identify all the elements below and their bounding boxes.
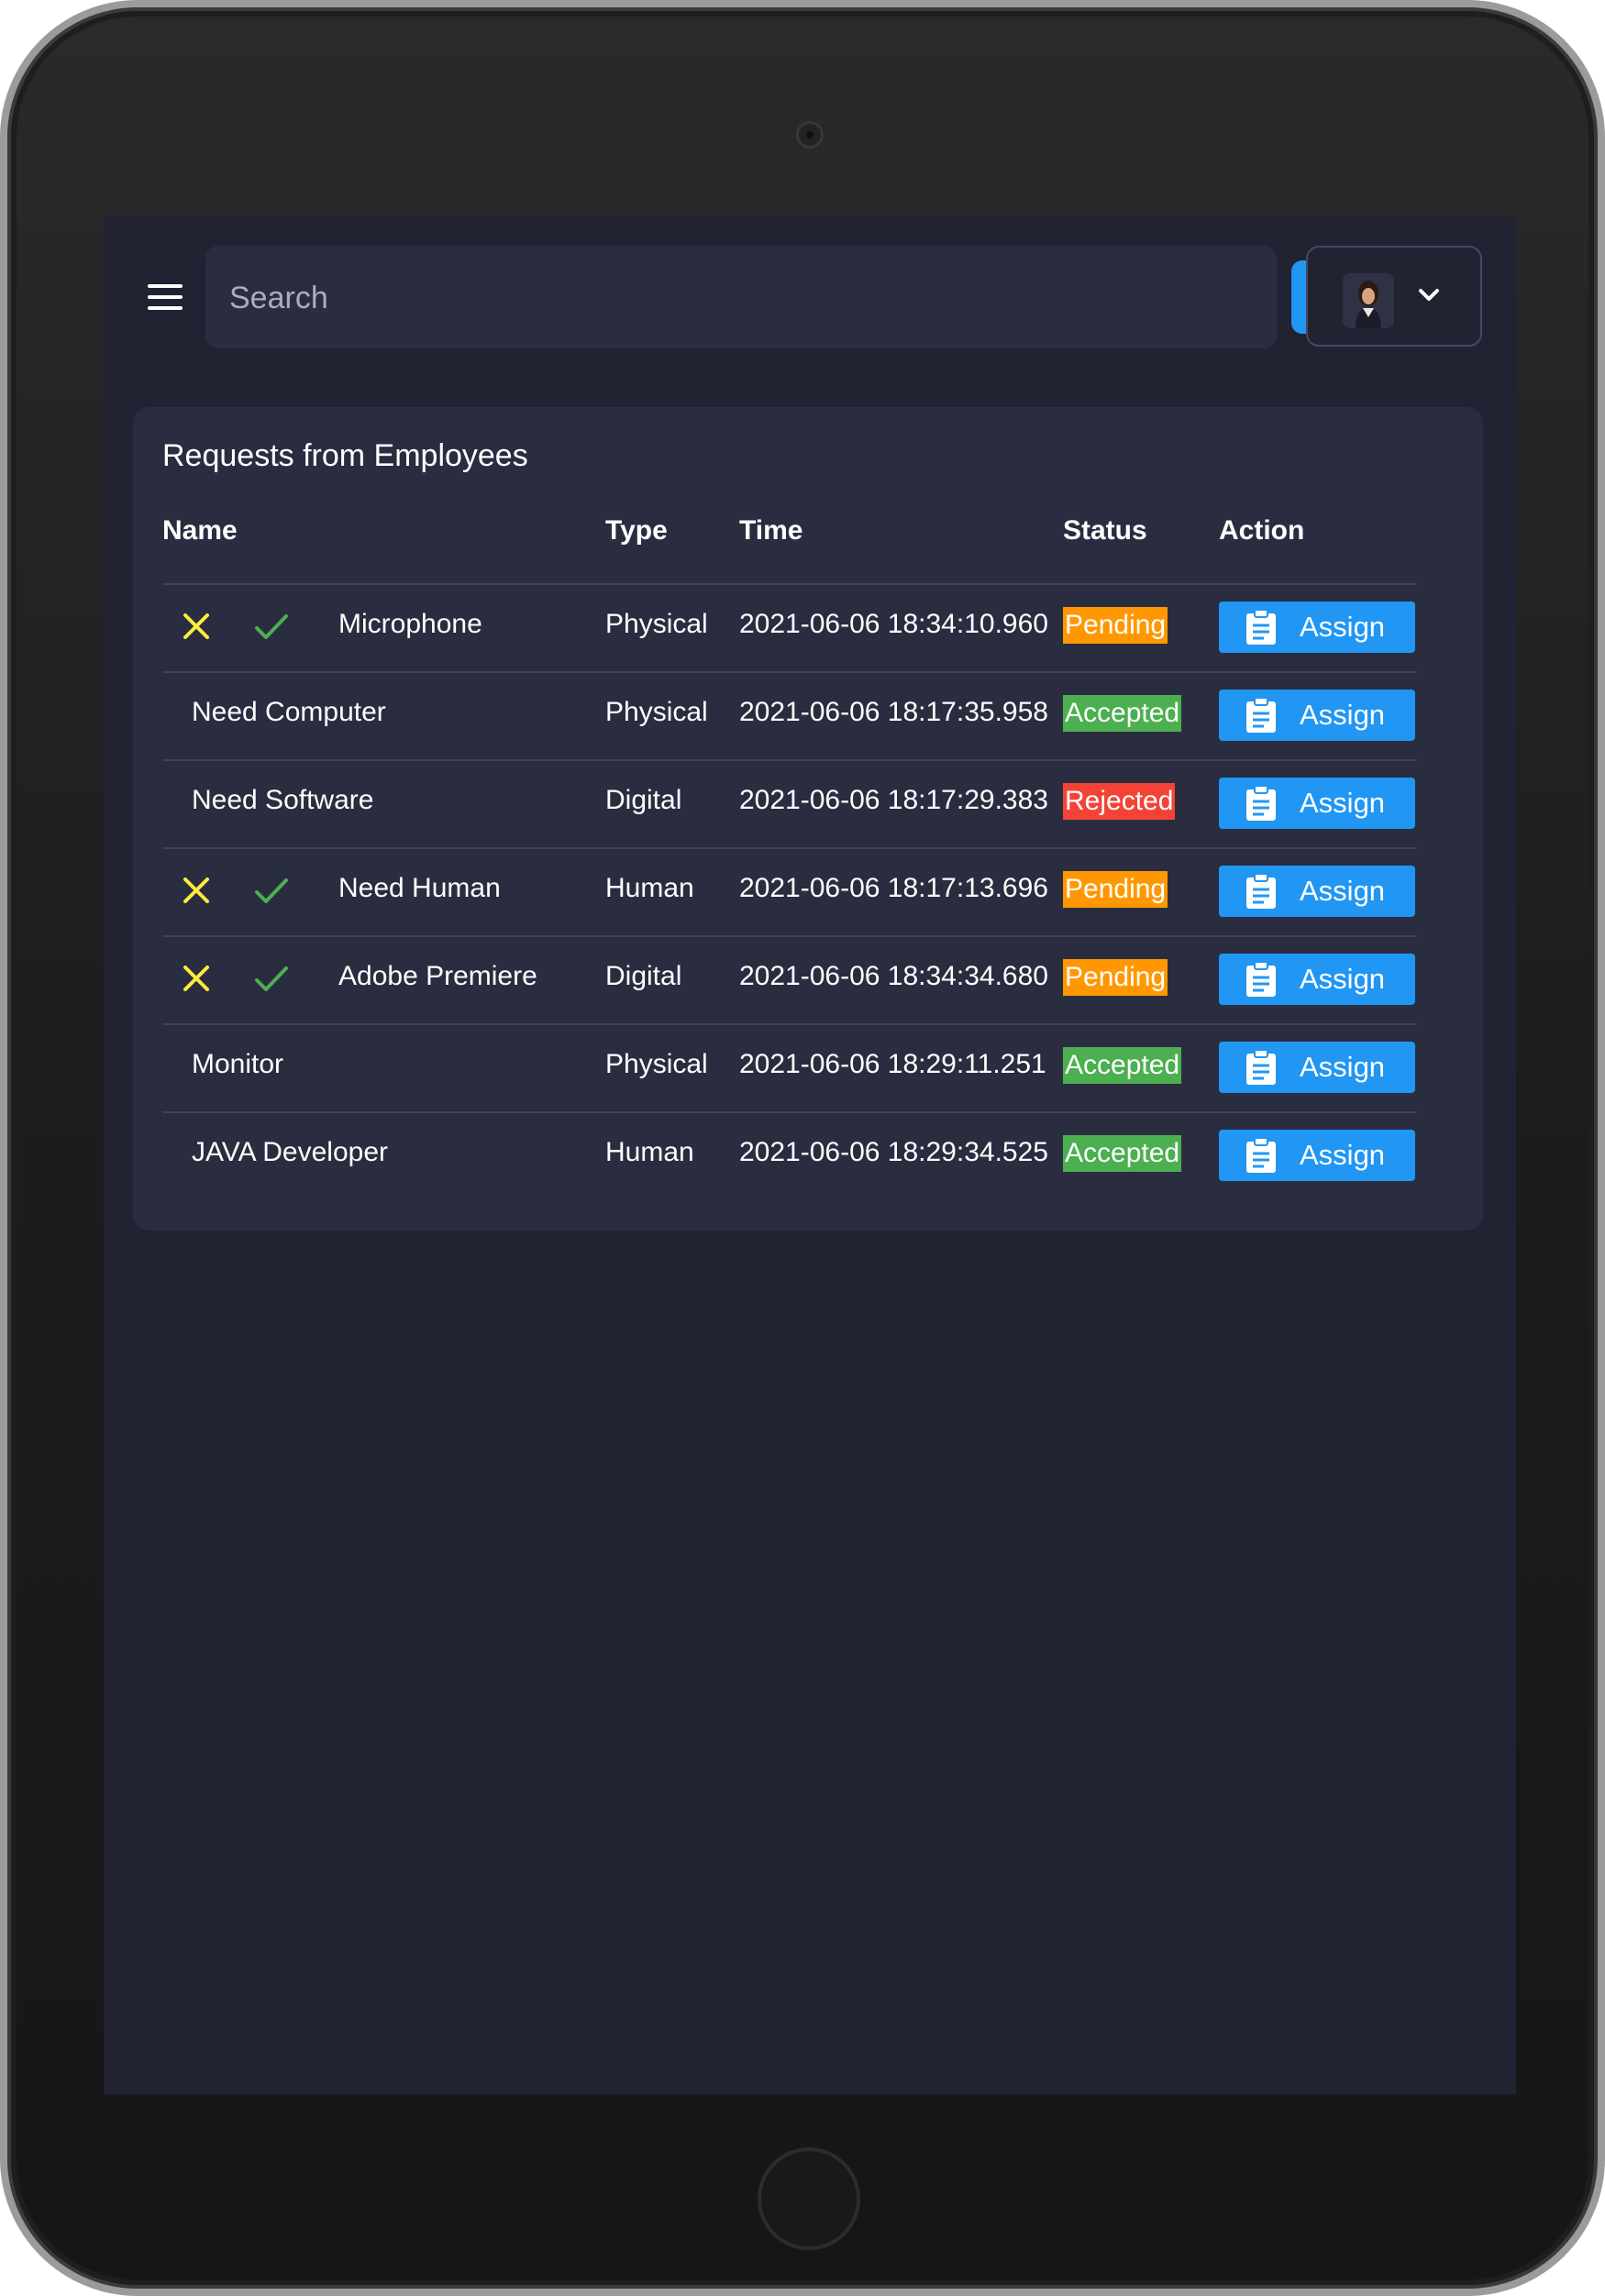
tablet-frame: Requests from Employees Name Type Time S… — [0, 0, 1605, 2296]
assign-button-label: Assign — [1300, 699, 1386, 731]
request-type: Physical — [605, 1049, 708, 1079]
close-icon — [183, 966, 209, 991]
avatar — [1343, 273, 1394, 328]
assign-button-label: Assign — [1300, 1139, 1386, 1171]
column-header-action: Action — [1219, 515, 1305, 546]
request-name: Need Human — [338, 873, 501, 903]
search-bar — [205, 246, 1361, 348]
request-name: Need Software — [192, 785, 374, 815]
status-badge: Accepted — [1063, 695, 1182, 732]
request-name: JAVA Developer — [192, 1137, 388, 1167]
search-input[interactable] — [227, 273, 1148, 323]
request-time: 2021-06-06 18:17:35.958 — [739, 697, 1048, 727]
approve-button[interactable] — [254, 877, 289, 906]
request-time: 2021-06-06 18:34:34.680 — [739, 961, 1048, 991]
status-badge: Pending — [1063, 607, 1168, 644]
table-row: JAVA Developer Human 2021-06-06 18:29:34.5… — [162, 1111, 1417, 1199]
request-time: 2021-06-06 18:17:13.696 — [739, 873, 1048, 903]
request-type: Human — [605, 873, 694, 903]
column-header-type: Type — [605, 515, 668, 546]
status-badge: Pending — [1063, 871, 1168, 908]
assign-button-label: Assign — [1300, 963, 1386, 995]
column-header-time: Time — [739, 515, 803, 546]
request-time: 2021-06-06 18:29:34.525 — [739, 1137, 1048, 1167]
column-header-name: Name — [162, 515, 238, 546]
assign-button[interactable]: Assign — [1219, 602, 1415, 653]
request-name: Monitor — [192, 1049, 284, 1079]
profile-dropdown-button[interactable] — [1306, 246, 1482, 347]
request-time: 2021-06-06 18:34:10.960 — [739, 609, 1048, 639]
table-row: Monitor Physical 2021-06-06 18:29:11.251 Ac… — [162, 1023, 1417, 1111]
check-icon — [255, 878, 288, 903]
hamburger-menu-icon — [148, 284, 183, 288]
clipboard-icon — [1246, 961, 1276, 997]
status-badge: Accepted — [1063, 1047, 1182, 1084]
assign-button[interactable]: Assign — [1219, 778, 1415, 829]
request-type: Physical — [605, 697, 708, 727]
menu-button[interactable] — [148, 284, 183, 310]
assign-button[interactable]: Assign — [1219, 1042, 1415, 1093]
status-badge: Accepted — [1063, 1135, 1182, 1172]
column-header-status: Status — [1063, 515, 1147, 546]
chevron-down-icon — [1419, 289, 1439, 301]
clipboard-icon — [1246, 609, 1276, 645]
request-time: 2021-06-06 18:17:29.383 — [739, 785, 1048, 815]
clipboard-icon — [1246, 697, 1276, 733]
request-name: Need Computer — [192, 697, 386, 727]
table-row: Need Computer Physical 2021-06-06 18:17:35… — [162, 671, 1417, 759]
reject-button[interactable] — [183, 613, 210, 640]
table-row: Microphone Physical 2021-06-06 18:34:10.96… — [162, 583, 1417, 671]
assign-button[interactable]: Assign — [1219, 1130, 1415, 1181]
front-camera — [796, 121, 824, 149]
reject-button[interactable] — [183, 877, 210, 904]
assign-button-label: Assign — [1300, 787, 1386, 819]
check-icon — [255, 966, 288, 991]
status-badge: Rejected — [1063, 783, 1176, 820]
clipboard-icon — [1246, 1049, 1276, 1085]
table-row: Adobe Premiere Digital 2021-06-06 18:34:34… — [162, 935, 1417, 1023]
request-type: Human — [605, 1137, 694, 1167]
reject-button[interactable] — [183, 965, 210, 992]
requests-card: Requests from Employees Name Type Time S… — [133, 407, 1483, 1231]
request-type: Digital — [605, 961, 682, 991]
approve-button[interactable] — [254, 613, 289, 642]
assign-button-label: Assign — [1300, 611, 1386, 643]
request-type: Digital — [605, 785, 682, 815]
clipboard-icon — [1246, 1137, 1276, 1173]
clipboard-icon — [1246, 785, 1276, 821]
assign-button-label: Assign — [1300, 875, 1386, 907]
request-name: Microphone — [338, 609, 482, 639]
approve-button[interactable] — [254, 965, 289, 994]
close-icon — [183, 878, 209, 903]
request-name: Adobe Premiere — [338, 961, 537, 991]
assign-button-label: Assign — [1300, 1051, 1386, 1083]
request-time: 2021-06-06 18:29:11.251 — [739, 1049, 1046, 1079]
clipboard-icon — [1246, 873, 1276, 909]
check-icon — [255, 614, 288, 639]
card-title: Requests from Employees — [162, 438, 528, 473]
table-row: Need Software Digital 2021-06-06 18:17:29.… — [162, 759, 1417, 847]
assign-button[interactable]: Assign — [1219, 866, 1415, 917]
close-icon — [183, 613, 209, 639]
home-button[interactable] — [758, 2147, 860, 2250]
request-type: Physical — [605, 609, 708, 639]
assign-button[interactable]: Assign — [1219, 690, 1415, 741]
assign-button[interactable]: Assign — [1219, 954, 1415, 1005]
app-screen: Requests from Employees Name Type Time S… — [104, 216, 1516, 2094]
table-row: Need Human Human 2021-06-06 18:17:13.696 Pe… — [162, 847, 1417, 935]
status-badge: Pending — [1063, 959, 1168, 996]
